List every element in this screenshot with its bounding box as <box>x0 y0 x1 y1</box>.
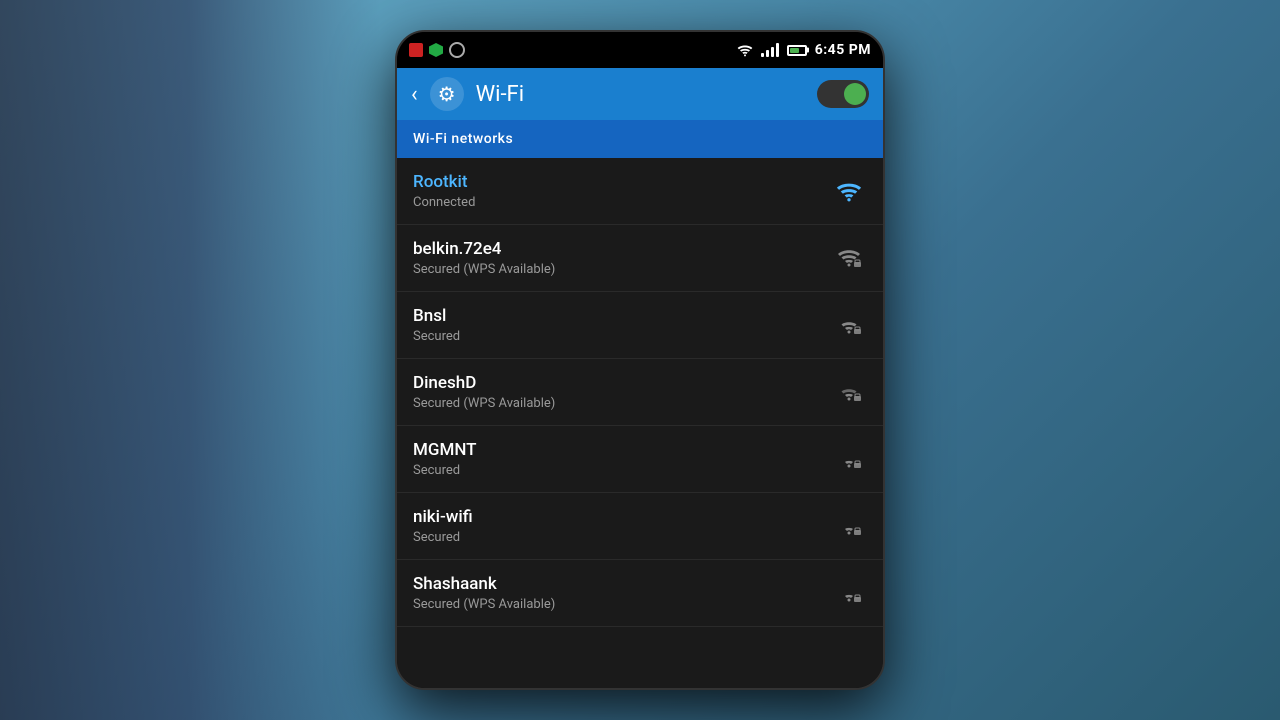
section-header-label: Wi-Fi networks <box>413 131 513 147</box>
network-info: MGMNT Secured <box>413 440 831 478</box>
phone: 6:45 PM ‹ ⚙ Wi-Fi Wi-Fi networks Rootkit <box>395 30 885 690</box>
network-name: niki-wifi <box>413 507 831 527</box>
network-name: Shashaank <box>413 574 831 594</box>
network-info: Bnsl Secured <box>413 306 831 344</box>
network-status: Secured <box>413 329 831 344</box>
status-icons-right: 6:45 PM <box>737 42 871 58</box>
wifi-signal-icon <box>831 575 867 611</box>
action-bar: ‹ ⚙ Wi-Fi <box>397 68 883 120</box>
network-info: Shashaank Secured (WPS Available) <box>413 574 831 612</box>
network-name: belkin.72e4 <box>413 239 831 259</box>
network-item[interactable]: DineshD Secured (WPS Available) <box>397 359 883 426</box>
red-square-icon <box>409 43 423 57</box>
wifi-toggle[interactable] <box>817 80 869 108</box>
network-status: Secured <box>413 463 831 478</box>
status-bar: 6:45 PM <box>397 32 883 68</box>
wifi-signal-icon <box>831 441 867 477</box>
section-header: Wi-Fi networks <box>397 120 883 158</box>
globe-icon <box>449 42 465 58</box>
signal-bars-icon <box>761 43 779 57</box>
network-name: MGMNT <box>413 440 831 460</box>
wifi-signal-icon <box>831 307 867 343</box>
network-item[interactable]: Bnsl Secured <box>397 292 883 359</box>
network-name: Rootkit <box>413 172 831 192</box>
battery-icon <box>787 45 807 56</box>
wifi-signal-icon <box>831 508 867 544</box>
network-status: Secured (WPS Available) <box>413 396 831 411</box>
network-name: Bnsl <box>413 306 831 326</box>
network-status: Secured (WPS Available) <box>413 597 831 612</box>
back-button[interactable]: ‹ <box>411 82 418 107</box>
wifi-signal-icon <box>831 240 867 276</box>
wifi-title: Wi-Fi <box>476 82 805 107</box>
shield-icon <box>429 43 443 57</box>
toggle-knob <box>844 83 866 105</box>
background-laptop-left <box>0 0 380 720</box>
network-info: DineshD Secured (WPS Available) <box>413 373 831 411</box>
wifi-status-icon <box>737 43 753 57</box>
network-item[interactable]: Rootkit Connected <box>397 158 883 225</box>
network-info: Rootkit Connected <box>413 172 831 210</box>
network-list: Rootkit Connected belkin.72e4 Secured (W… <box>397 158 883 688</box>
phone-wrapper: 6:45 PM ‹ ⚙ Wi-Fi Wi-Fi networks Rootkit <box>395 30 885 690</box>
network-info: belkin.72e4 Secured (WPS Available) <box>413 239 831 277</box>
gear-icon: ⚙ <box>438 82 456 106</box>
wifi-signal-icon <box>831 173 867 209</box>
network-status: Secured (WPS Available) <box>413 262 831 277</box>
network-item[interactable]: niki-wifi Secured <box>397 493 883 560</box>
network-item[interactable]: Shashaank Secured (WPS Available) <box>397 560 883 627</box>
gear-icon-container: ⚙ <box>430 77 464 111</box>
network-status: Connected <box>413 195 831 210</box>
network-item[interactable]: MGMNT Secured <box>397 426 883 493</box>
network-name: DineshD <box>413 373 831 393</box>
status-icons-left <box>409 42 465 58</box>
wifi-signal-icon <box>831 374 867 410</box>
network-status: Secured <box>413 530 831 545</box>
network-info: niki-wifi Secured <box>413 507 831 545</box>
status-time: 6:45 PM <box>815 42 871 58</box>
network-item[interactable]: belkin.72e4 Secured (WPS Available) <box>397 225 883 292</box>
